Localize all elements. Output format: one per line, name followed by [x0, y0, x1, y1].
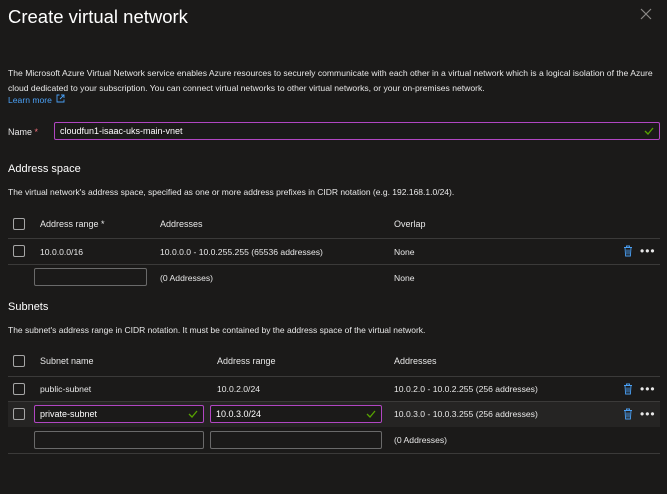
name-input[interactable]: cloudfun1-isaac-uks-main-vnet	[54, 122, 660, 140]
select-all-subnets-checkbox[interactable]	[13, 355, 25, 367]
subnet-addresses-cell: 10.0.3.0 - 10.0.3.255 (256 addresses)	[394, 409, 538, 419]
col-overlap: Overlap	[394, 219, 426, 229]
name-input-value: cloudfun1-isaac-uks-main-vnet	[60, 126, 183, 136]
description: The Microsoft Azure Virtual Network serv…	[8, 68, 653, 93]
new-subnet-addresses-cell: (0 Addresses)	[394, 435, 448, 445]
subnet-name-input[interactable]: private-subnet	[34, 405, 204, 423]
addresses-cell: 10.0.0.0 - 10.0.255.255 (65536 addresses…	[160, 247, 323, 257]
page-title: Create virtual network	[8, 6, 188, 27]
col-addresses: Addresses	[160, 219, 203, 229]
external-link-icon	[56, 94, 65, 105]
divider	[8, 376, 660, 377]
select-all-address-checkbox[interactable]	[13, 218, 25, 230]
new-subnet-name-input[interactable]	[34, 431, 204, 449]
col-address-range: Address range *	[40, 219, 105, 229]
address-space-description: The virtual network's address space, spe…	[8, 187, 455, 197]
subnet-range-input[interactable]: 10.0.3.0/24	[210, 405, 382, 423]
valid-check-icon	[644, 127, 654, 135]
delete-icon[interactable]	[623, 245, 633, 259]
divider	[8, 264, 660, 265]
subnets-heading: Subnets	[8, 301, 49, 313]
subnet-range-cell: 10.0.2.0/24	[217, 384, 261, 394]
address-space-heading: Address space	[8, 163, 81, 175]
valid-check-icon	[366, 410, 376, 418]
subnets-description: The subnet's address range in CIDR notat…	[8, 325, 426, 335]
more-options-icon[interactable]: •••	[640, 245, 656, 257]
delete-icon[interactable]	[623, 383, 633, 397]
close-icon[interactable]	[640, 8, 654, 22]
subnet-addresses-cell: 10.0.2.0 - 10.0.2.255 (256 addresses)	[394, 384, 538, 394]
new-overlap-cell: None	[394, 273, 415, 283]
row-checkbox[interactable]	[13, 245, 25, 257]
valid-check-icon	[188, 410, 198, 418]
new-address-range-input[interactable]	[34, 268, 147, 286]
table-row	[8, 239, 660, 264]
col-subnet-addresses: Addresses	[394, 356, 437, 366]
new-addresses-cell: (0 Addresses)	[160, 273, 214, 283]
col-subnet-name: Subnet name	[40, 356, 94, 366]
more-options-icon[interactable]: •••	[640, 408, 656, 420]
divider	[8, 453, 660, 454]
delete-icon[interactable]	[623, 408, 633, 422]
learn-more-link[interactable]: Learn more	[8, 95, 52, 105]
new-subnet-range-input[interactable]	[210, 431, 382, 449]
name-label: Name *	[8, 127, 39, 137]
subnet-name-cell: public-subnet	[40, 384, 92, 394]
row-checkbox[interactable]	[13, 408, 25, 420]
required-mark: *	[34, 127, 39, 137]
more-options-icon[interactable]: •••	[640, 383, 656, 395]
row-checkbox[interactable]	[13, 383, 25, 395]
overlap-cell: None	[394, 247, 415, 257]
address-range-cell: 10.0.0.0/16	[40, 247, 84, 257]
col-subnet-address-range: Address range	[217, 356, 276, 366]
